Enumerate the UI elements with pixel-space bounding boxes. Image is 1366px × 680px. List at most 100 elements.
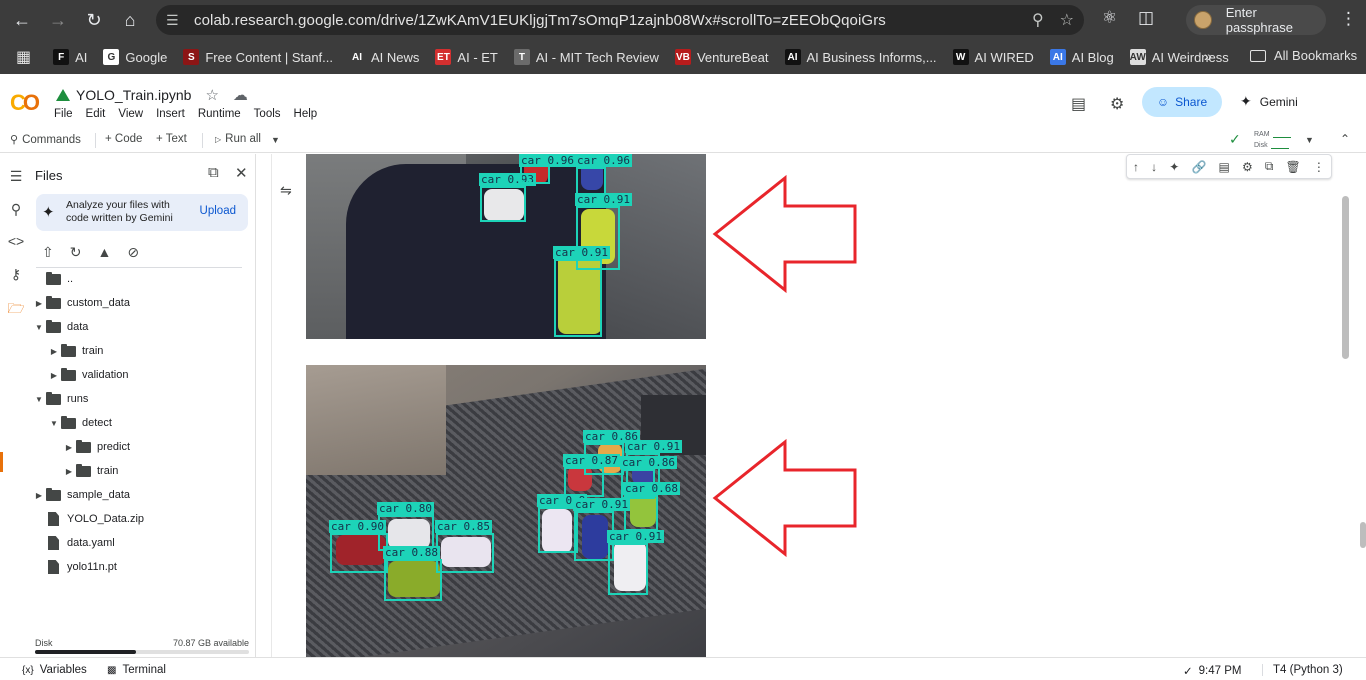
chevron-down-icon[interactable]: ▼	[32, 395, 46, 404]
notebook-title[interactable]: YOLO_Train.ipynb	[76, 87, 191, 103]
colab-logo[interactable]: CO	[10, 90, 40, 116]
folder-item[interactable]: ▶ predict	[62, 436, 130, 458]
bookmark-item[interactable]: S Free Content | Stanf...	[183, 49, 333, 65]
collapse-header-icon[interactable]: ⌃	[1340, 132, 1350, 146]
file-item[interactable]: YOLO_Data.zip	[32, 508, 144, 530]
mirror-cell-icon[interactable]: ⧉	[1265, 159, 1274, 174]
more-options-icon[interactable]: ⋮	[1313, 160, 1325, 174]
folder-item[interactable]: ▶ train	[62, 460, 118, 482]
run-all-dropdown-icon[interactable]: ▼	[271, 135, 280, 145]
table-of-contents-icon[interactable]: ☰	[7, 168, 25, 185]
bookmark-item[interactable]: ET AI - ET	[435, 49, 498, 65]
folder-item[interactable]: ▶ train	[47, 340, 103, 362]
chevron-right-icon[interactable]: ▶	[47, 347, 61, 356]
chevron-down-icon[interactable]: ▼	[47, 419, 61, 428]
refresh-icon[interactable]: ↻	[70, 244, 82, 261]
react-extension-icon[interactable]: ⚛	[1102, 8, 1117, 28]
link-icon[interactable]: 🔗	[1191, 160, 1206, 174]
menu-runtime[interactable]: Runtime	[198, 108, 241, 120]
add-text-button[interactable]: + Text	[156, 133, 187, 145]
bookmark-star-icon[interactable]: ☆	[1060, 10, 1074, 30]
find-replace-icon[interactable]: ⚲	[7, 201, 25, 218]
more-bookmarks-icon[interactable]: »	[1204, 48, 1212, 64]
comment-icon[interactable]: ▤	[1219, 160, 1230, 174]
folder-item[interactable]: ▼ data	[32, 316, 88, 338]
profile-button[interactable]: Enter passphrase	[1186, 5, 1326, 35]
bookmark-item[interactable]: VB VentureBeat	[674, 49, 769, 65]
move-down-icon[interactable]: ↓	[1151, 160, 1157, 174]
delete-icon[interactable]: 🗑	[1286, 160, 1301, 174]
output-actions-icon[interactable]: ⇋	[280, 182, 292, 199]
settings-gear-icon[interactable]: ⚙	[1110, 94, 1124, 114]
star-icon[interactable]: ☆	[205, 86, 218, 104]
folder-item[interactable]: ▼ detect	[47, 412, 112, 434]
bookmark-item[interactable]: F AI	[53, 49, 87, 65]
chevron-right-icon[interactable]: ▶	[47, 371, 61, 380]
folder-item[interactable]: ▶ custom_data	[32, 292, 130, 314]
bookmark-item[interactable]: G Google	[103, 49, 167, 65]
cloud-saved-icon[interactable]: ☁	[233, 86, 248, 104]
run-all-button[interactable]: ▷ Run all	[215, 133, 261, 145]
terminal-button[interactable]: ▩ Terminal	[107, 664, 166, 676]
mount-drive-icon[interactable]: ▲	[97, 244, 111, 261]
variables-button[interactable]: {x} Variables	[22, 664, 87, 676]
all-bookmarks-button[interactable]: All Bookmarks	[1250, 48, 1357, 63]
comments-icon[interactable]: ▤	[1071, 94, 1086, 114]
menu-edit[interactable]: Edit	[86, 108, 106, 120]
hide-files-icon[interactable]: ⊘	[127, 244, 139, 261]
close-icon[interactable]: ✕	[235, 164, 248, 182]
menu-file[interactable]: File	[54, 108, 73, 120]
chevron-right-icon[interactable]: ▶	[62, 467, 76, 476]
runtime-dropdown-icon[interactable]: ▼	[1305, 135, 1314, 145]
url-text[interactable]: colab.research.google.com/drive/1ZwKAmV1…	[194, 12, 886, 29]
runtime-info[interactable]: T4 (Python 3)	[1262, 664, 1343, 676]
menu-help[interactable]: Help	[294, 108, 318, 120]
address-bar[interactable]: ☰ colab.research.google.com/drive/1ZwKAm…	[156, 5, 1084, 35]
upload-file-icon[interactable]: ⇧	[42, 244, 54, 261]
execution-status[interactable]: ✓ 9:47 PM	[1183, 664, 1241, 678]
code-snippets-icon[interactable]: <>	[7, 233, 25, 249]
bookmark-item[interactable]: AI AI News	[349, 49, 419, 65]
extensions-puzzle-icon[interactable]: ◫	[1138, 8, 1154, 28]
folder-item[interactable]: ▼ runs	[32, 388, 88, 410]
move-up-icon[interactable]: ↑	[1133, 160, 1139, 174]
chevron-down-icon[interactable]: ▼	[32, 323, 46, 332]
zoom-search-icon[interactable]: ⚲	[1032, 10, 1044, 30]
browser-menu-icon[interactable]: ⋮	[1340, 9, 1357, 29]
resource-monitor[interactable]: RAM Disk	[1254, 129, 1291, 151]
upload-link[interactable]: Upload	[200, 205, 236, 217]
bookmark-item[interactable]: AI AI Blog	[1049, 49, 1114, 65]
gemini-sparkle-icon[interactable]: ✦	[1169, 160, 1179, 174]
bookmark-item[interactable]: W AI WIRED	[952, 49, 1034, 65]
chevron-right-icon[interactable]: ▶	[62, 443, 76, 452]
menu-tools[interactable]: Tools	[254, 108, 281, 120]
page-scrollbar[interactable]	[1360, 522, 1366, 548]
settings-gear-icon[interactable]: ⚙	[1242, 160, 1253, 174]
secrets-key-icon[interactable]: ⚷	[7, 266, 25, 283]
share-button[interactable]: ☺ Share	[1142, 87, 1222, 117]
gemini-button[interactable]: ✦ Gemini	[1240, 93, 1298, 110]
add-code-button[interactable]: + Code	[105, 133, 142, 145]
open-in-tab-icon[interactable]: ⧉	[208, 164, 219, 181]
reload-icon[interactable]: ↻	[76, 2, 112, 38]
chevron-right-icon[interactable]: ▶	[32, 299, 46, 308]
folder-item[interactable]: ▶ sample_data	[32, 484, 130, 506]
forward-arrow-icon[interactable]: →	[40, 2, 76, 38]
file-item[interactable]: yolo11n.pt	[32, 556, 117, 578]
site-info-icon[interactable]: ☰	[166, 12, 194, 29]
apps-grid-icon[interactable]: ▦	[16, 47, 31, 67]
commands-button[interactable]: ⚲ Commands	[10, 133, 81, 147]
menu-view[interactable]: View	[118, 108, 143, 120]
folder-item[interactable]: ▶ validation	[47, 364, 128, 386]
chevron-right-icon[interactable]: ▶	[32, 491, 46, 500]
bookmark-item[interactable]: T AI - MIT Tech Review	[513, 49, 659, 65]
bookmark-item[interactable]: AI AI Business Informs,...	[784, 49, 937, 65]
bookmark-item[interactable]: AW AI Weirdness	[1130, 49, 1229, 65]
menu-insert[interactable]: Insert	[156, 108, 185, 120]
file-item[interactable]: data.yaml	[32, 532, 115, 554]
files-folder-icon[interactable]: 🗁	[7, 298, 25, 322]
back-arrow-icon[interactable]: ←	[4, 2, 40, 38]
folder-item[interactable]: ..	[32, 268, 73, 290]
home-icon[interactable]: ⌂	[112, 2, 148, 38]
vertical-scrollbar[interactable]	[1342, 196, 1349, 359]
